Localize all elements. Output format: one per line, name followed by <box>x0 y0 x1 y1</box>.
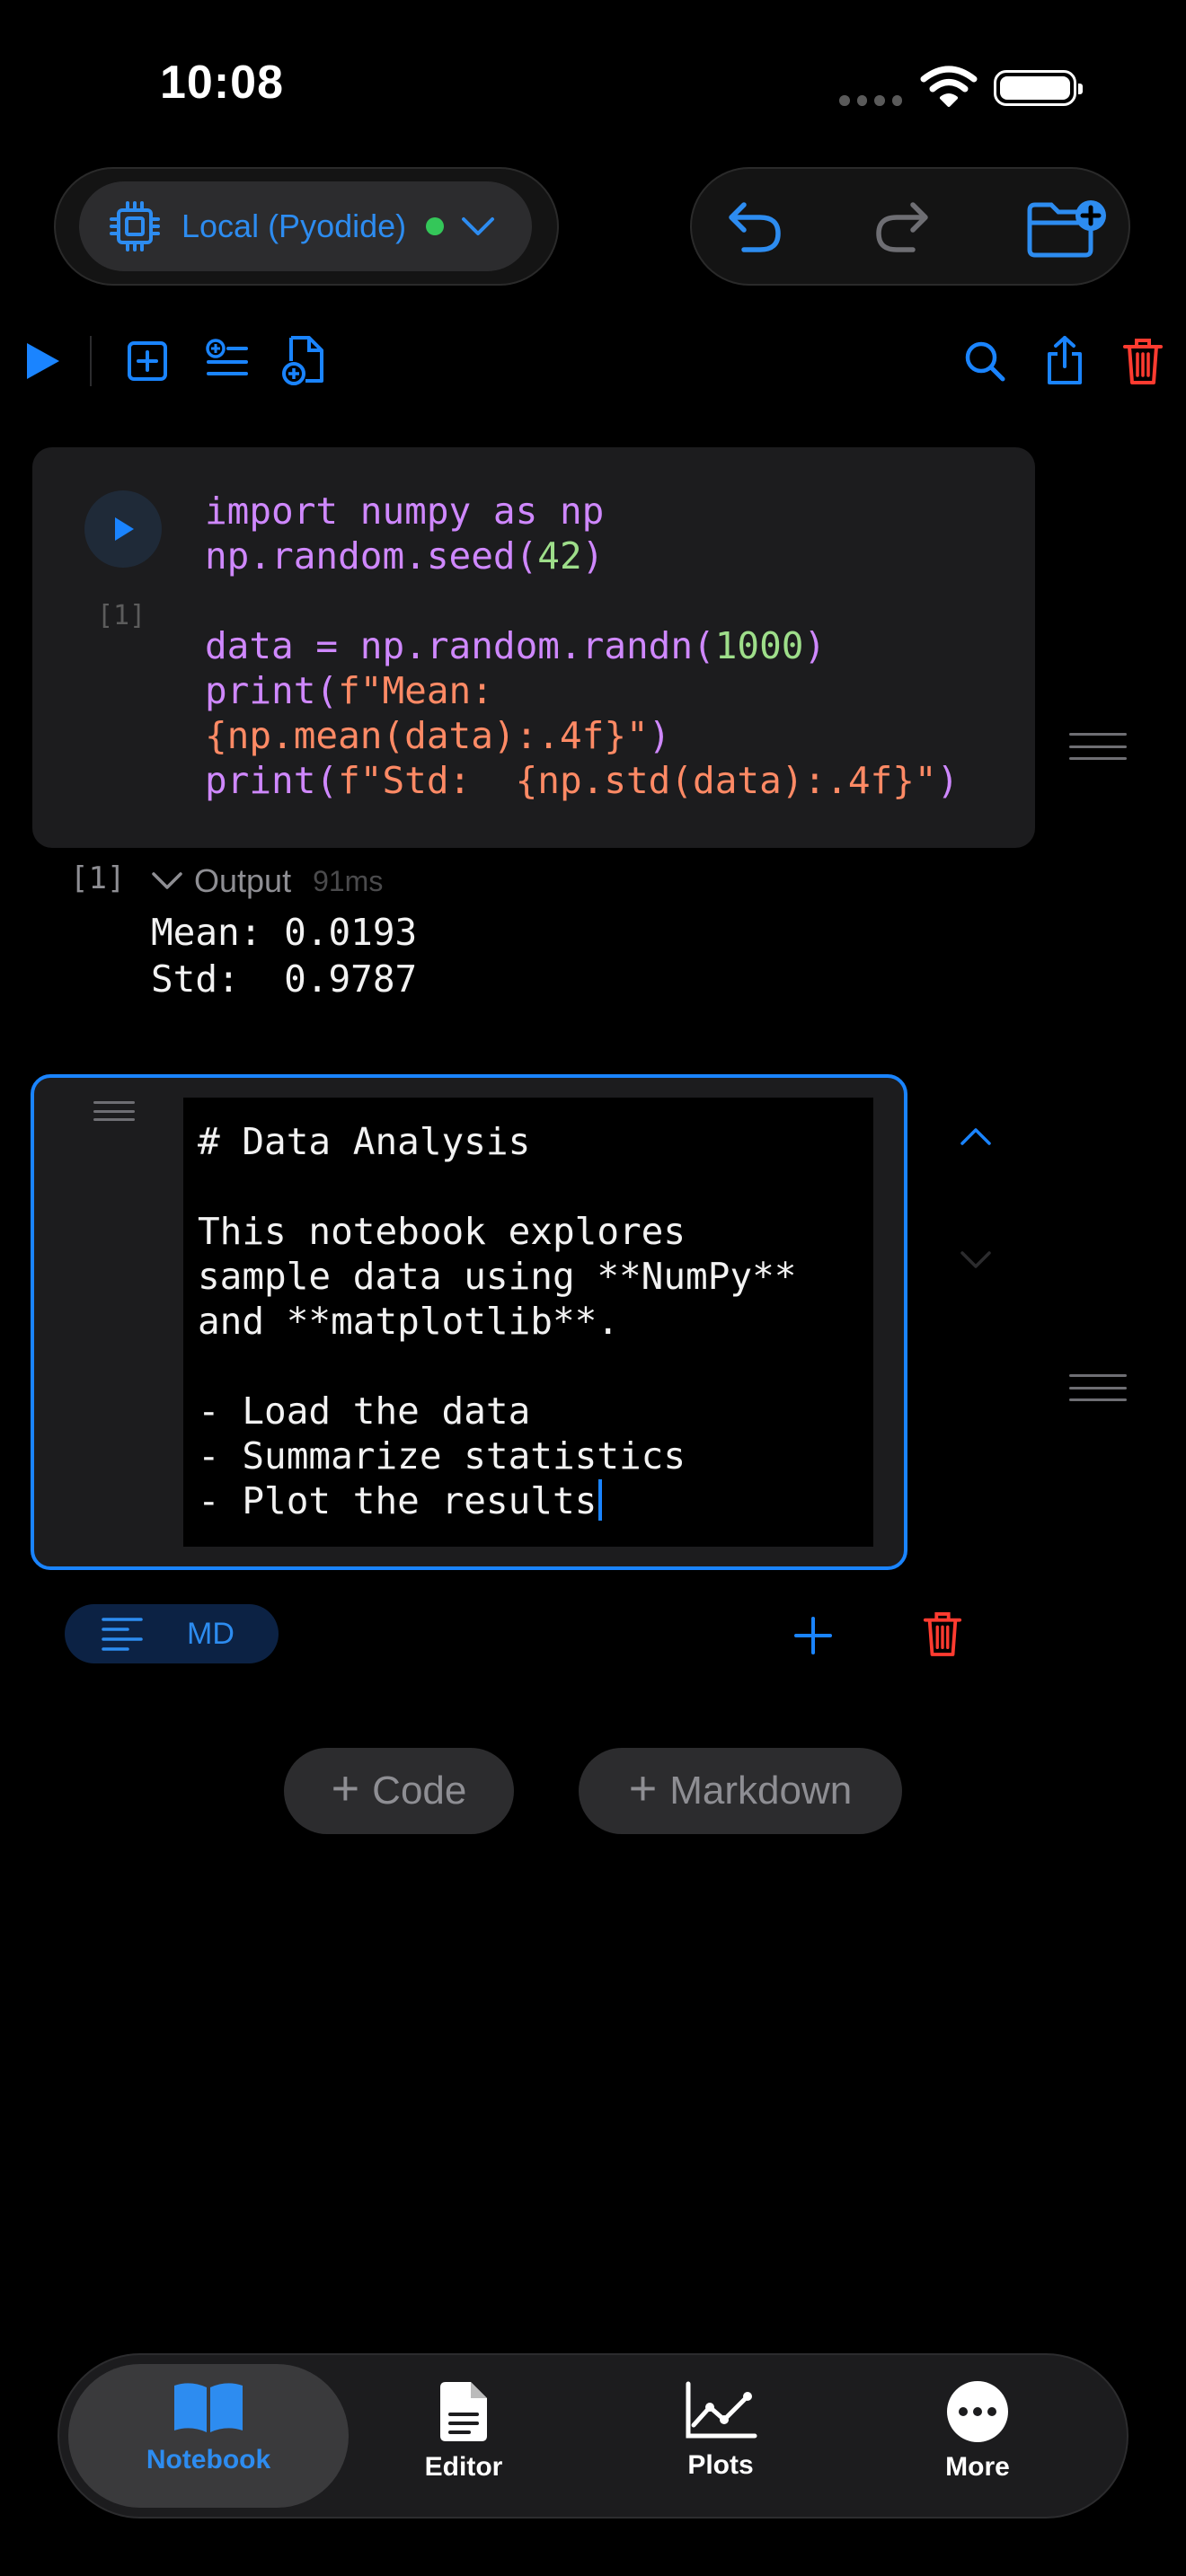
more-icon <box>947 2381 1008 2442</box>
add-cell-icon[interactable] <box>126 340 169 383</box>
chart-icon <box>686 2381 757 2439</box>
drag-handle-icon[interactable] <box>93 1101 135 1121</box>
new-document-icon[interactable] <box>282 334 327 386</box>
kernel-selector[interactable]: Local (Pyodide) <box>79 181 532 271</box>
delete-cell-icon[interactable] <box>922 1610 963 1658</box>
text-cursor <box>598 1479 603 1521</box>
output-count: [1] <box>70 860 126 896</box>
chevron-down-icon <box>152 872 182 889</box>
insert-list-icon[interactable] <box>205 338 250 383</box>
status-time: 10:08 <box>160 57 284 109</box>
toolbar-divider <box>90 336 92 386</box>
markdown-editor-text[interactable]: # Data Analysis This notebook explores s… <box>198 1119 796 1523</box>
search-icon[interactable] <box>963 340 1006 383</box>
output-duration: 91ms <box>313 864 384 897</box>
drag-handle-icon[interactable] <box>1069 1374 1127 1401</box>
redo-icon[interactable] <box>873 196 933 257</box>
book-icon <box>174 2383 243 2432</box>
add-markdown-cell-button[interactable]: + Markdown <box>579 1748 902 1834</box>
move-down-icon[interactable] <box>958 1248 994 1272</box>
document-icon <box>440 2382 487 2441</box>
execution-count: [1] <box>97 600 146 631</box>
run-all-icon[interactable] <box>23 340 63 383</box>
battery-icon <box>994 70 1083 106</box>
kernel-name: Local (Pyodide) <box>181 207 407 244</box>
cpu-chip-icon <box>110 201 160 251</box>
output-label: Output <box>194 862 292 899</box>
cell-type-label: MD <box>187 1616 235 1651</box>
cell-output: Mean: 0.0193 Std: 0.9787 <box>151 911 418 1001</box>
kernel-status-indicator <box>426 217 445 235</box>
text-align-icon <box>102 1618 143 1651</box>
trash-icon[interactable] <box>1121 336 1164 386</box>
cell-type-toggle[interactable]: MD <box>65 1604 279 1663</box>
drag-handle-icon[interactable] <box>1069 733 1127 760</box>
add-cell-below-icon[interactable] <box>792 1615 834 1656</box>
wifi-icon <box>920 66 978 107</box>
chevron-down-icon <box>462 217 495 235</box>
share-icon[interactable] <box>1044 334 1085 386</box>
cellular-signal-icon <box>839 95 902 106</box>
run-cell-button[interactable] <box>84 490 162 568</box>
tab-notebook[interactable]: Notebook <box>101 2380 316 2475</box>
play-icon <box>115 517 134 541</box>
undo-icon[interactable] <box>724 196 783 257</box>
plus-icon: + <box>331 1761 360 1815</box>
plus-icon: + <box>628 1761 658 1815</box>
new-folder-icon[interactable] <box>1024 196 1107 260</box>
tab-plots[interactable]: Plots <box>613 2380 828 2481</box>
output-toggle[interactable]: Output 91ms <box>151 862 383 900</box>
code-editor[interactable]: import numpy as np np.random.seed(42) da… <box>205 489 959 803</box>
add-code-cell-button[interactable]: + Code <box>284 1748 514 1834</box>
tab-more[interactable]: More <box>870 2380 1085 2483</box>
tab-editor[interactable]: Editor <box>356 2380 571 2483</box>
move-up-icon[interactable] <box>958 1125 994 1148</box>
